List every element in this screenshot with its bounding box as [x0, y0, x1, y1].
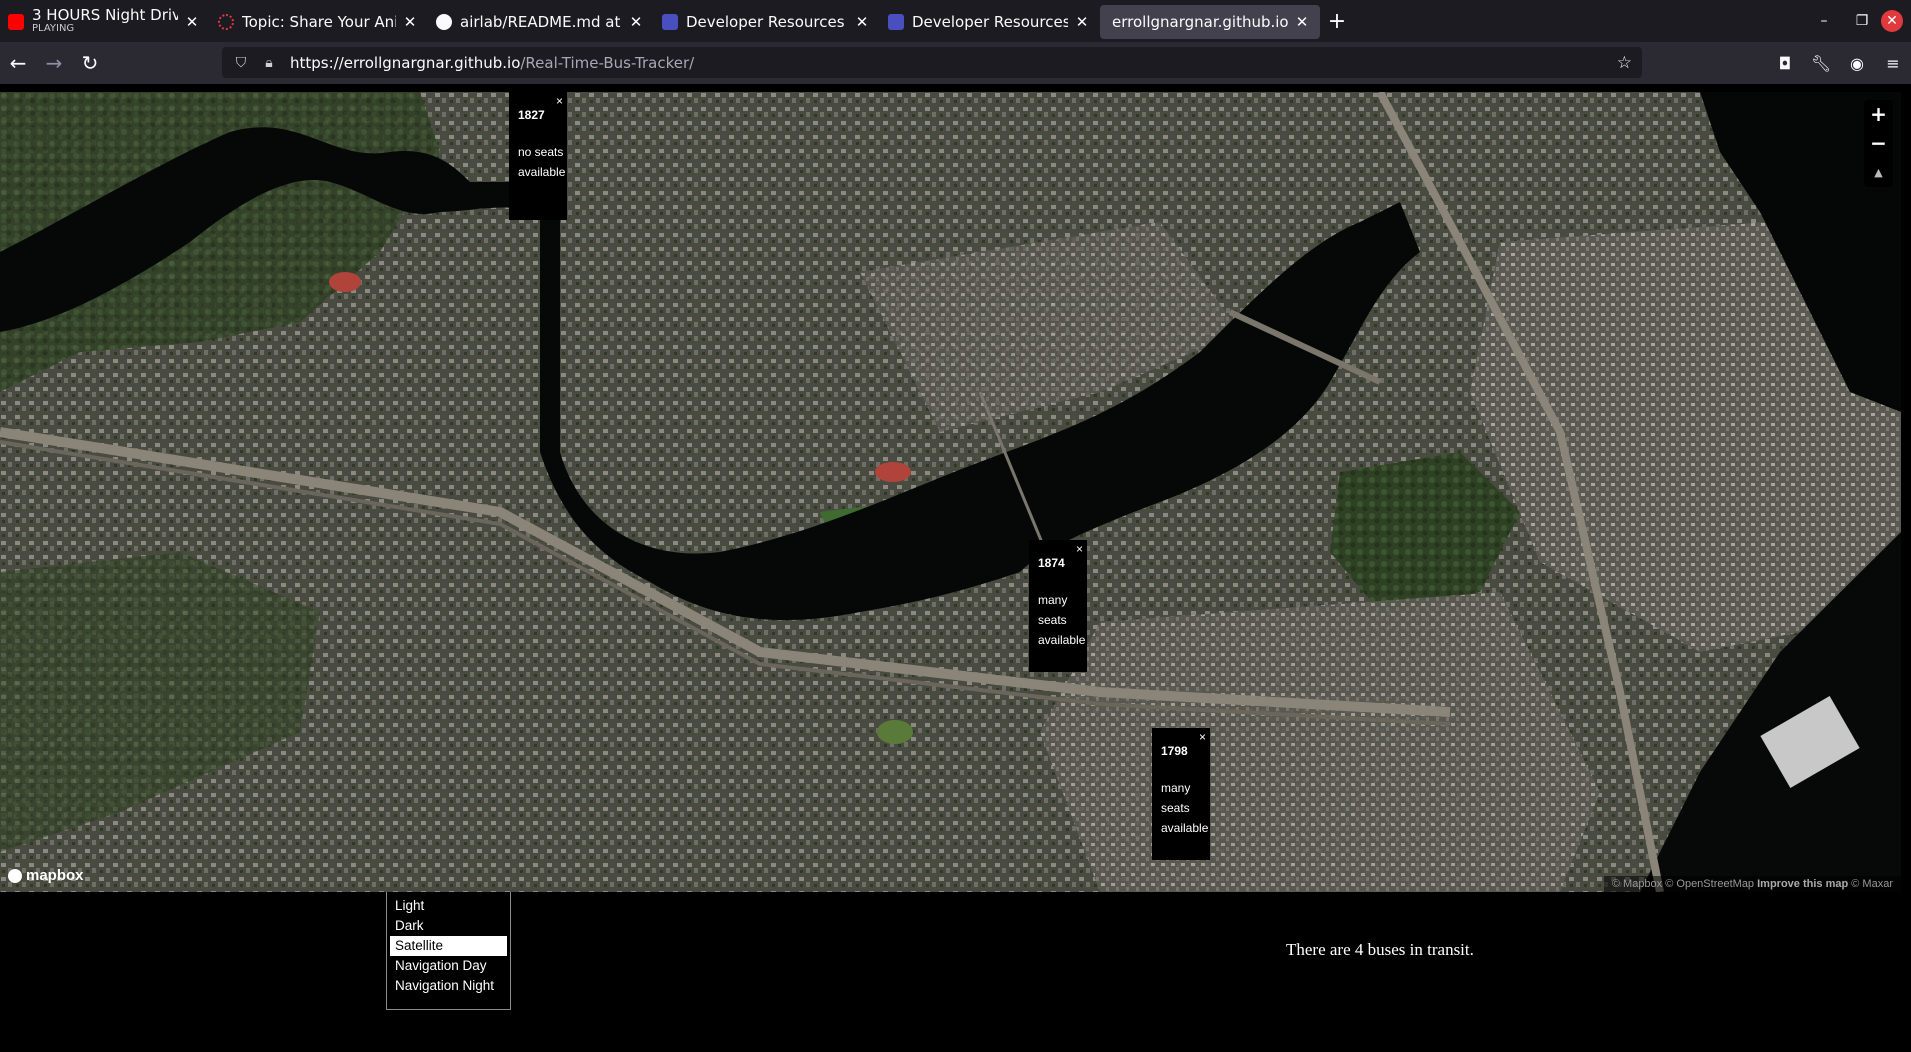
mapbox-logo[interactable]: mapbox — [8, 867, 84, 884]
extension-icon[interactable]: ◉ — [1839, 54, 1875, 73]
tab-youtube[interactable]: 3 HOURS Night Drive | Ha PLAYING ✕ — [0, 5, 210, 39]
style-option-navigation-night[interactable]: Navigation Night — [390, 976, 507, 996]
map-controls: + − ▲ — [1864, 100, 1893, 187]
transit-count-text: There are 4 buses in transit. — [1286, 940, 1474, 959]
seat-status: no seats available — [518, 145, 566, 179]
tab-title: Topic: Share Your Animat — [242, 13, 396, 31]
zoom-in-button[interactable]: + — [1864, 100, 1893, 129]
restore-icon[interactable]: ❐ — [1843, 13, 1881, 29]
close-icon[interactable]: ✕ — [628, 13, 644, 31]
navigation-bar: ← → ↻ ⛉ 🔒︎ https://errollgnargnar.github… — [0, 42, 1911, 84]
style-option-navigation-day[interactable]: Navigation Day — [390, 956, 507, 976]
bus-popup: × 1874 many seats available — [1029, 540, 1087, 672]
mapbox-logo-icon — [8, 868, 22, 883]
url-host: https://errollgnargnar.github.io — [290, 53, 521, 72]
satellite-imagery — [0, 92, 1901, 892]
close-icon[interactable]: ✕ — [1294, 13, 1310, 31]
wrench-icon[interactable]: 🔧︎ — [1803, 54, 1839, 73]
forum-icon — [218, 14, 234, 30]
toolbar-right: ◘ 🔧︎ ◉ ≡ — [1767, 42, 1911, 84]
popup-close-icon[interactable]: × — [1076, 542, 1083, 556]
tab-bus-tracker[interactable]: errollgnargnar.github.io/Rea ✕ — [1100, 5, 1320, 39]
tab-title: airlab/README.md at ma — [460, 13, 622, 31]
close-icon[interactable]: ✕ — [402, 13, 418, 31]
style-option-satellite[interactable]: Satellite — [390, 936, 507, 956]
reload-icon[interactable]: ↻ — [72, 51, 108, 75]
new-tab-button[interactable]: + — [1320, 9, 1354, 34]
menu-icon[interactable]: ≡ — [1875, 54, 1911, 73]
shield-icon[interactable]: ⛉ — [232, 55, 250, 71]
minimize-icon[interactable]: – — [1805, 13, 1843, 29]
tab-github[interactable]: airlab/README.md at ma ✕ — [428, 5, 654, 39]
tab-developer-resources-2[interactable]: Developer Resources ✕ — [880, 5, 1100, 39]
tab-title: 3 HOURS Night Drive | Ha — [32, 8, 178, 24]
style-option-dark[interactable]: Dark — [390, 916, 507, 936]
osm-attribution-link[interactable]: © OpenStreetMap — [1665, 878, 1754, 890]
mbta-icon — [662, 14, 678, 30]
zoom-out-button[interactable]: − — [1864, 129, 1893, 158]
tab-forum[interactable]: Topic: Share Your Animat ✕ — [210, 5, 428, 39]
tab-title: errollgnargnar.github.io/Rea — [1112, 13, 1288, 31]
back-arrow-icon[interactable]: ← — [0, 51, 36, 75]
close-icon[interactable]: ✕ — [854, 13, 870, 31]
tab-playing-label: PLAYING — [32, 23, 75, 34]
map-style-listbox[interactable]: Light Dark Satellite Navigation Day Navi… — [386, 892, 511, 1010]
mapbox-attribution-link[interactable]: © Mapbox — [1612, 878, 1662, 890]
seat-status: many seats available — [1161, 781, 1209, 835]
map-canvas[interactable]: × 1827 no seats available × 1874 many se… — [0, 92, 1901, 892]
bookmark-star-icon[interactable]: ☆ — [1617, 53, 1632, 73]
compass-button[interactable]: ▲ — [1864, 158, 1893, 187]
tab-developer-resources-1[interactable]: Developer Resources ✕ — [654, 5, 880, 39]
tab-bar: 3 HOURS Night Drive | Ha PLAYING ✕ Topic… — [0, 0, 1911, 42]
improve-map-link[interactable]: Improve this map — [1757, 878, 1848, 890]
window-close-icon[interactable]: ✕ — [1881, 10, 1903, 32]
style-option-light[interactable]: Light — [390, 896, 507, 916]
bus-number: 1874 — [1038, 556, 1065, 570]
maxar-attribution-link[interactable]: © Maxar — [1851, 878, 1893, 890]
seat-status: many seats available — [1038, 593, 1086, 647]
bus-number: 1827 — [518, 108, 545, 122]
lock-icon[interactable]: 🔒︎ — [260, 55, 278, 71]
github-icon — [436, 14, 452, 30]
bus-popup: × 1798 many seats available — [1152, 728, 1210, 860]
tab-title: Developer Resources — [686, 13, 845, 31]
bus-number: 1798 — [1161, 744, 1188, 758]
tab-title: Developer Resources — [912, 13, 1068, 31]
map-attribution: © Mapbox © OpenStreetMap Improve this ma… — [1603, 876, 1901, 892]
youtube-icon — [8, 14, 24, 30]
popup-close-icon[interactable]: × — [556, 94, 563, 108]
window-controls: – ❐ ✕ — [1805, 0, 1911, 42]
pocket-icon[interactable]: ◘ — [1767, 54, 1803, 73]
popup-close-icon[interactable]: × — [1199, 730, 1206, 744]
close-icon[interactable]: ✕ — [184, 13, 200, 31]
bus-popup: × 1827 no seats available — [509, 92, 567, 220]
url-path: /Real-Time-Bus-Tracker/ — [520, 53, 695, 72]
close-icon[interactable]: ✕ — [1074, 13, 1090, 31]
mbta-icon — [888, 14, 904, 30]
address-bar[interactable]: ⛉ 🔒︎ https://errollgnargnar.github.io/Re… — [222, 47, 1642, 78]
forward-arrow-icon[interactable]: → — [36, 51, 72, 75]
